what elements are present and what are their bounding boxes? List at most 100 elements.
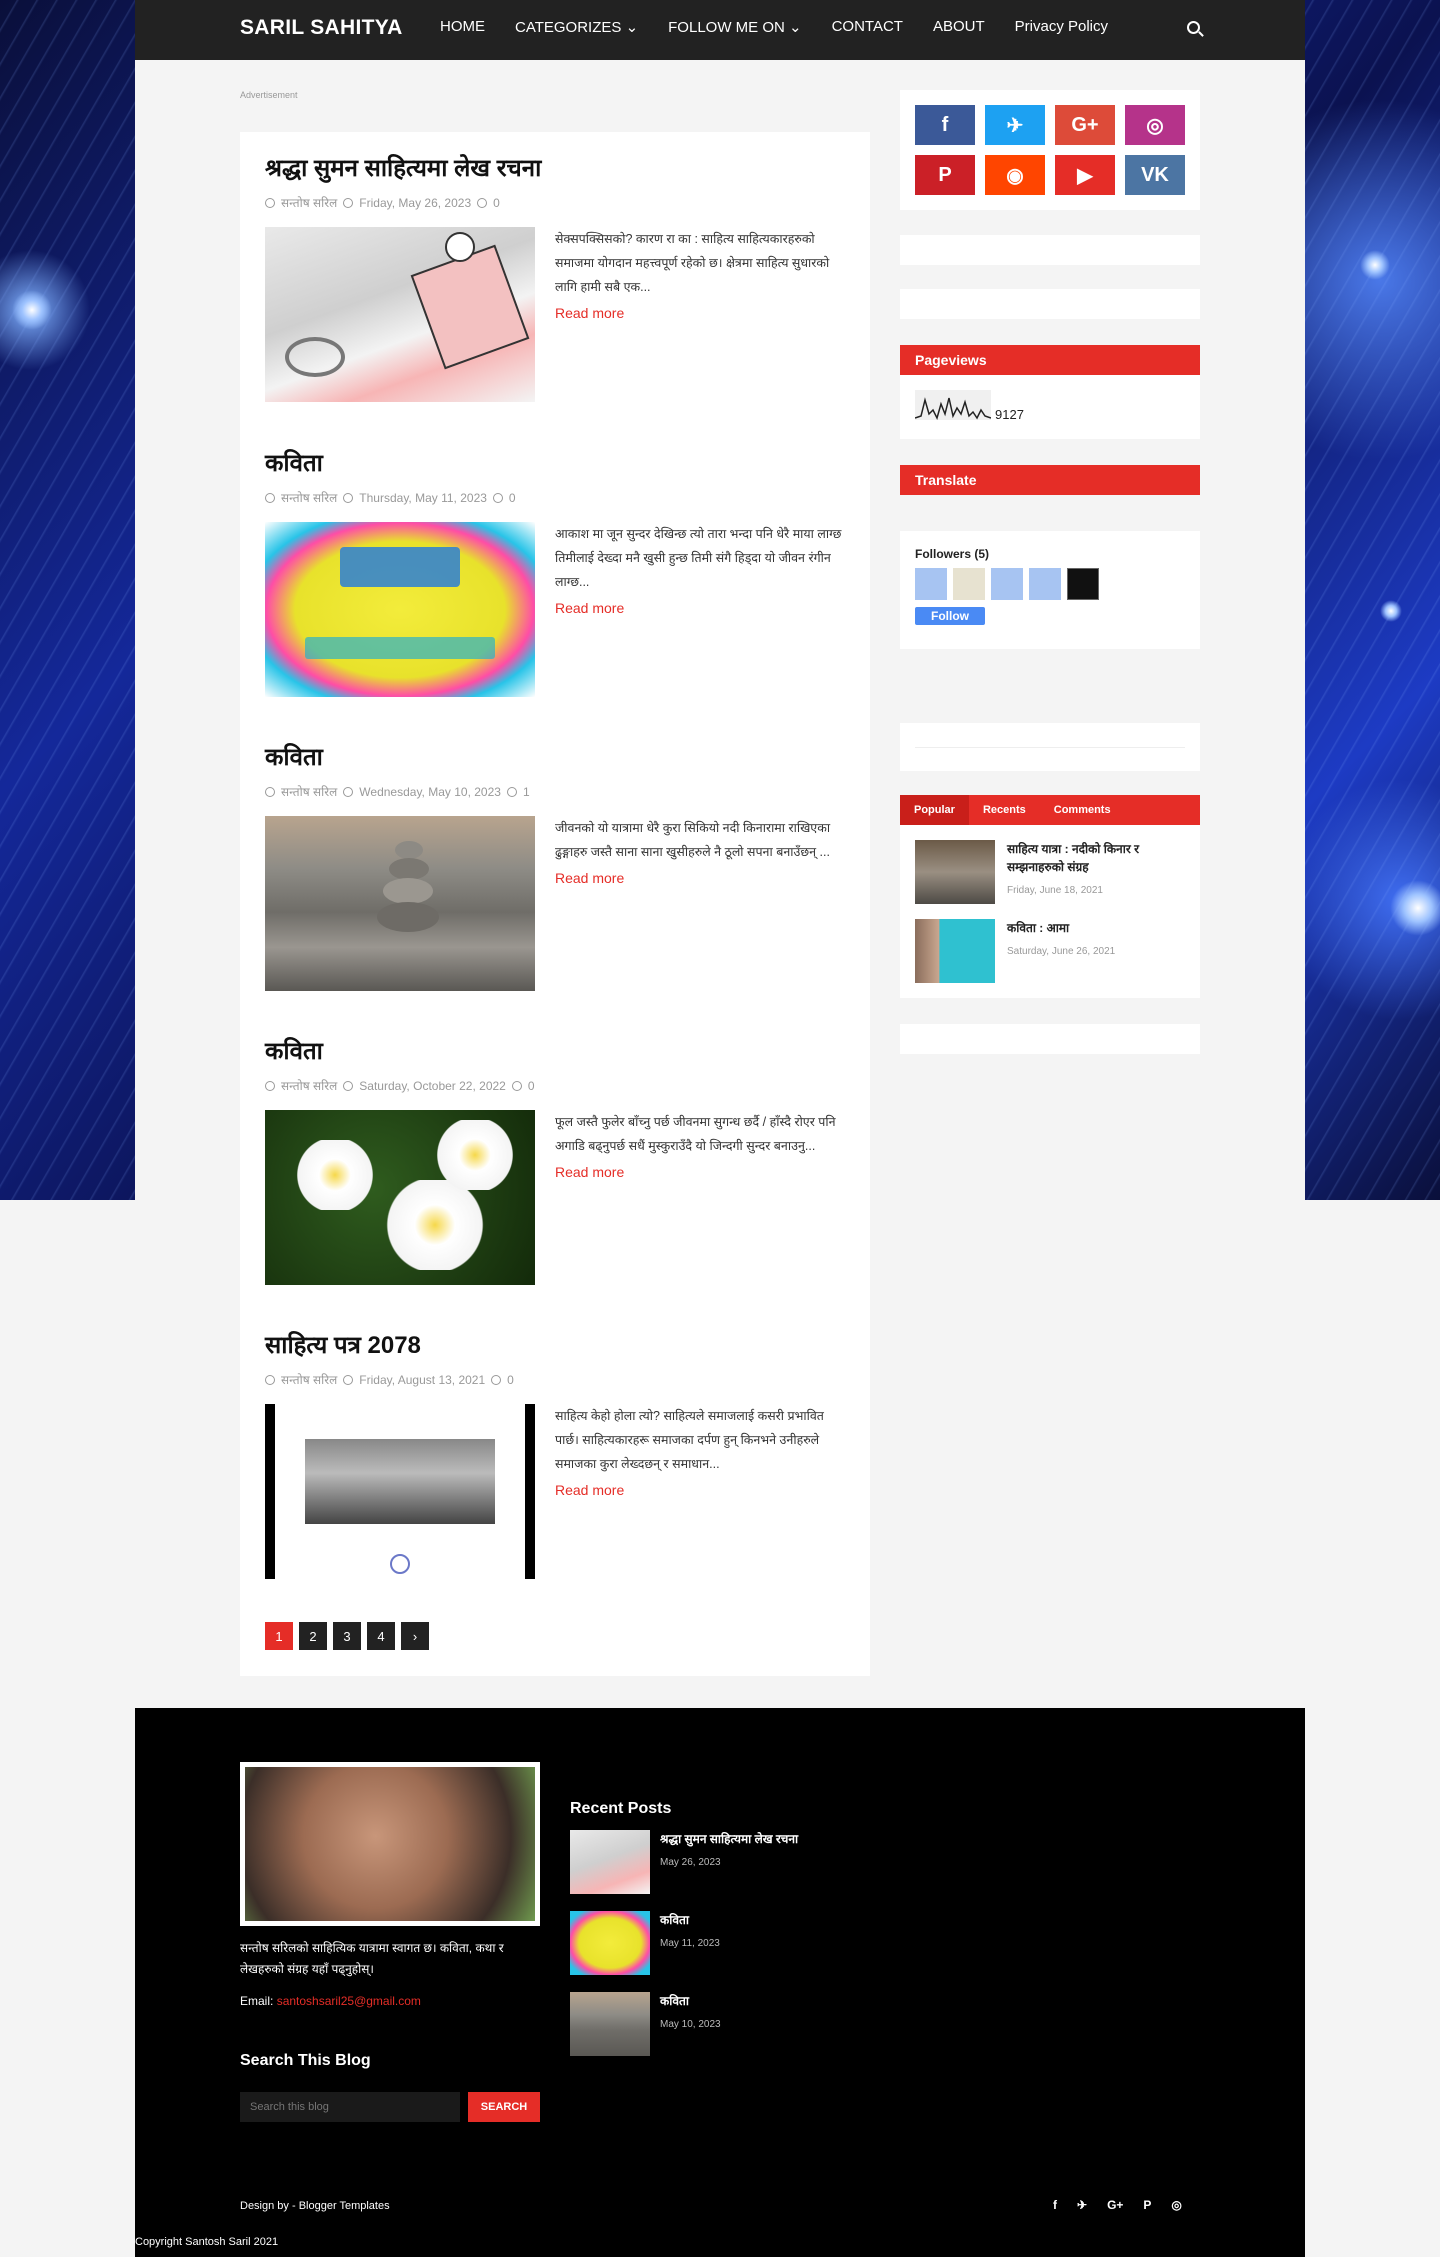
email-label: Email: xyxy=(240,1994,274,2008)
read-more-link[interactable]: Read more xyxy=(555,301,845,325)
recent-post-date: May 10, 2023 xyxy=(660,2019,721,2030)
site-logo[interactable]: SARIL SAHITYA xyxy=(240,16,403,40)
instagram-icon[interactable]: ◎ xyxy=(1125,105,1185,145)
translate-widget: Translate xyxy=(900,465,1200,495)
google-plus-icon[interactable]: G+ xyxy=(1107,2198,1123,2212)
post-comments[interactable]: 0 xyxy=(528,1079,535,1093)
post-comments[interactable]: 0 xyxy=(507,1373,514,1387)
post-author[interactable]: सन्तोष सरिल xyxy=(281,1077,337,1094)
recent-post-item[interactable]: कविता May 11, 2023 xyxy=(570,1911,830,1975)
recent-post-date: May 26, 2023 xyxy=(660,1857,721,1868)
tab-comments[interactable]: Comments xyxy=(1040,795,1125,825)
post-thumbnail[interactable] xyxy=(265,816,535,991)
tab-recents[interactable]: Recents xyxy=(969,795,1040,825)
post-author[interactable]: सन्तोष सरिल xyxy=(281,1371,337,1388)
post-card: कविता सन्तोष सरिल Saturday, October 22, 2… xyxy=(265,1037,845,1285)
post-title[interactable]: कविता xyxy=(265,449,845,479)
follow-button[interactable]: Follow xyxy=(915,607,985,625)
post-title[interactable]: श्रद्धा सुमन साहित्यमा लेख रचना xyxy=(265,154,845,184)
email-link[interactable]: santoshsaril25@gmail.com xyxy=(277,1994,421,2008)
post-author[interactable]: सन्तोष सरिल xyxy=(281,783,337,800)
popular-item[interactable]: साहित्य यात्रा : नदीको किनार र सम्झनाहरु… xyxy=(915,840,1185,904)
recent-post-item[interactable]: कविता May 10, 2023 xyxy=(570,1992,830,2056)
empty-widget xyxy=(900,1024,1200,1054)
nav-home[interactable]: HOME xyxy=(440,18,485,36)
pinterest-icon[interactable]: P xyxy=(1143,2198,1151,2212)
twitter-icon[interactable]: ✈ xyxy=(1077,2198,1087,2212)
recent-post-thumbnail[interactable] xyxy=(570,1992,650,2056)
recent-posts-list: श्रद्धा सुमन साहित्यमा लेख रचना May 26, 2… xyxy=(570,1830,830,2073)
read-more-link[interactable]: Read more xyxy=(555,866,845,890)
post-date: Wednesday, May 10, 2023 xyxy=(359,784,501,799)
post-card: कविता सन्तोष सरिल Thursday, May 11, 2023 0… xyxy=(265,449,845,697)
popular-title[interactable]: कविता : आमा xyxy=(1007,919,1115,937)
youtube-icon[interactable]: ▶ xyxy=(1055,155,1115,195)
search-button[interactable]: SEARCH xyxy=(468,2092,540,2122)
nav-categorizes[interactable]: CATEGORIZES ⌄ xyxy=(515,18,638,36)
popular-item[interactable]: कविता : आमा Saturday, June 26, 2021 xyxy=(915,919,1185,983)
facebook-icon[interactable]: f xyxy=(915,105,975,145)
read-more-link[interactable]: Read more xyxy=(555,1478,845,1502)
nav-contact[interactable]: CONTACT xyxy=(832,18,903,36)
post-date: Thursday, May 11, 2023 xyxy=(359,490,487,505)
nav-follow-me-on[interactable]: FOLLOW ME ON ⌄ xyxy=(668,18,801,36)
recent-post-thumbnail[interactable] xyxy=(570,1830,650,1894)
clock-icon xyxy=(343,1374,354,1385)
popular-thumbnail[interactable] xyxy=(915,840,995,904)
clock-icon xyxy=(343,492,354,503)
pagination: 1 2 3 4 › xyxy=(265,1622,429,1650)
avatar[interactable] xyxy=(1029,568,1061,600)
nav-privacy-policy[interactable]: Privacy Policy xyxy=(1015,18,1108,36)
avatar[interactable] xyxy=(953,568,985,600)
popular-title[interactable]: साहित्य यात्रा : नदीको किनार र सम्झनाहरु… xyxy=(1007,840,1185,876)
recent-post-thumbnail[interactable] xyxy=(570,1911,650,1975)
pageviews-count: 9127 xyxy=(995,407,1024,422)
nav-about[interactable]: ABOUT xyxy=(933,18,985,36)
reddit-icon[interactable]: ◉ xyxy=(985,155,1045,195)
post-title[interactable]: कविता xyxy=(265,743,845,773)
post-card: साहित्य पत्र 2078 सन्तोष सरिल Friday, Aug… xyxy=(265,1331,845,1579)
page-2-button[interactable]: 2 xyxy=(299,1622,327,1650)
instagram-icon[interactable]: ◎ xyxy=(1171,2198,1181,2212)
search-input[interactable] xyxy=(240,2092,460,2122)
post-title[interactable]: कविता xyxy=(265,1037,845,1067)
facebook-icon[interactable]: f xyxy=(1053,2198,1057,2212)
recent-post-title[interactable]: कविता xyxy=(660,1911,720,1930)
tab-popular[interactable]: Popular xyxy=(900,795,969,825)
post-thumbnail[interactable] xyxy=(265,1404,535,1579)
pageviews-sparkline xyxy=(915,390,991,420)
vk-icon[interactable]: VK xyxy=(1125,155,1185,195)
recent-post-title[interactable]: श्रद्धा सुमन साहित्यमा लेख रचना xyxy=(660,1830,798,1849)
avatar[interactable] xyxy=(1067,568,1099,600)
post-comments[interactable]: 1 xyxy=(523,785,530,799)
read-more-link[interactable]: Read more xyxy=(555,596,845,620)
pinterest-icon[interactable]: P xyxy=(915,155,975,195)
page-3-button[interactable]: 3 xyxy=(333,1622,361,1650)
page-1-button[interactable]: 1 xyxy=(265,1622,293,1650)
tabs-widget: Popular Recents Comments साहित्य यात्रा … xyxy=(900,795,1200,998)
post-thumbnail[interactable] xyxy=(265,1110,535,1285)
post-title[interactable]: साहित्य पत्र 2078 xyxy=(265,1331,845,1361)
popular-thumbnail[interactable] xyxy=(915,919,995,983)
read-more-link[interactable]: Read more xyxy=(555,1160,845,1184)
footer-credit[interactable]: Design by - Blogger Templates xyxy=(240,2200,390,2212)
recent-post-item[interactable]: श्रद्धा सुमन साहित्यमा लेख रचना May 26, 2… xyxy=(570,1830,830,1894)
post-comments[interactable]: 0 xyxy=(509,491,516,505)
followers-title: Followers (5) xyxy=(915,547,990,561)
twitter-icon[interactable]: ✈ xyxy=(985,105,1045,145)
google-plus-icon[interactable]: G+ xyxy=(1055,105,1115,145)
search-icon[interactable] xyxy=(1187,21,1200,34)
user-icon xyxy=(265,786,275,797)
page-4-button[interactable]: 4 xyxy=(367,1622,395,1650)
post-thumbnail[interactable] xyxy=(265,522,535,697)
next-page-button[interactable]: › xyxy=(401,1622,429,1650)
avatar[interactable] xyxy=(991,568,1023,600)
post-thumbnail[interactable] xyxy=(265,227,535,402)
user-icon xyxy=(265,1374,275,1385)
post-author[interactable]: सन्तोष सरिल xyxy=(281,194,337,211)
post-comments[interactable]: 0 xyxy=(493,196,500,210)
avatar[interactable] xyxy=(915,568,947,600)
post-author[interactable]: सन्तोष सरिल xyxy=(281,489,337,506)
post-meta: सन्तोष सरिल Friday, May 26, 2023 0 xyxy=(265,194,845,211)
recent-post-title[interactable]: कविता xyxy=(660,1992,721,2011)
